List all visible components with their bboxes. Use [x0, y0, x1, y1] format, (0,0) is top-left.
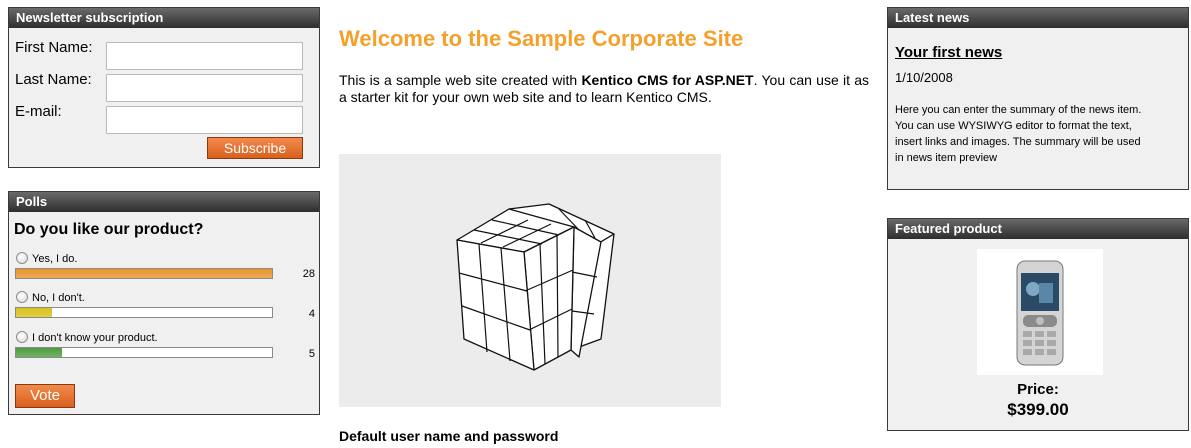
featured-product-box: Featured product Price: $399.00	[887, 218, 1189, 431]
intro-product-name: Kentico CMS for ASP.NET	[581, 72, 754, 88]
news-item-summary: Here you can enter the summary of the ne…	[895, 104, 1142, 164]
poll-answer-label: Yes, I do.	[32, 253, 78, 265]
newsletter-title: Newsletter subscription	[9, 8, 319, 28]
poll-answer-label: No, I don't.	[32, 292, 85, 304]
poll-radio-yes[interactable]	[16, 252, 28, 264]
poll-vote-count: 28	[302, 268, 315, 280]
first-name-field[interactable]	[106, 42, 303, 70]
poll-vote-count: 4	[308, 308, 315, 320]
page-title: Welcome to the Sample Corporate Site	[339, 26, 744, 51]
poll-result-bar	[15, 268, 273, 279]
email-label: E-mail:	[15, 103, 62, 120]
latest-news-box: Latest news Your first news 1/10/2008 He…	[887, 7, 1189, 190]
poll-vote-count: 5	[308, 348, 315, 360]
latest-news-title: Latest news	[888, 8, 1188, 28]
price-value: $399.00	[1007, 400, 1069, 419]
news-item-date: 1/10/2008	[895, 70, 953, 85]
poll-radio-unknown[interactable]	[16, 331, 28, 343]
poll-result-bar	[15, 307, 273, 318]
poll-result-fill	[16, 308, 52, 317]
poll-result-bar	[15, 347, 273, 358]
first-name-label: First Name:	[15, 39, 93, 56]
poll-result-fill	[16, 348, 63, 357]
intro-prefix: This is a sample web site created with	[339, 72, 582, 88]
vote-button[interactable]: Vote	[15, 384, 75, 408]
product-image[interactable]	[977, 249, 1103, 375]
polls-box: Polls Do you like our product? Yes, I do…	[8, 191, 320, 415]
newsletter-box: Newsletter subscription First Name: Last…	[8, 7, 320, 168]
price-label: Price:	[1017, 381, 1059, 398]
email-field[interactable]	[106, 106, 303, 134]
poll-answer-label: I don't know your product.	[32, 332, 158, 344]
poll-question: Do you like our product?	[14, 221, 204, 238]
poll-result-fill	[16, 269, 272, 278]
subscribe-button[interactable]: Subscribe	[207, 137, 303, 159]
featured-product-title: Featured product	[888, 219, 1188, 239]
hero-image	[339, 154, 721, 407]
last-name-label: Last Name:	[15, 71, 92, 88]
intro-paragraph: This is a sample web site created with K…	[339, 72, 869, 106]
phone-icon	[1016, 260, 1064, 366]
cube-illustration	[456, 203, 615, 371]
news-item-title[interactable]: Your first news	[895, 44, 1002, 61]
poll-radio-no[interactable]	[16, 291, 28, 303]
default-credentials-heading: Default user name and password	[339, 428, 559, 444]
last-name-field[interactable]	[106, 74, 303, 102]
polls-title: Polls	[9, 192, 319, 212]
